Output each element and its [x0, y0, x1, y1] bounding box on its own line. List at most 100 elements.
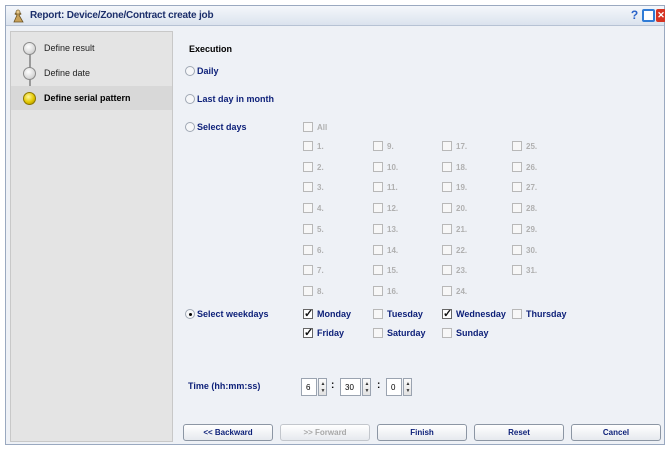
day-checkbox[interactable] [373, 141, 383, 151]
step-define-result[interactable]: Define result [11, 36, 171, 60]
radio-select-days-label: Select days [197, 122, 247, 132]
step-result-icon [23, 42, 36, 55]
weekday-label: Saturday [387, 328, 426, 338]
step-label: Define serial pattern [44, 93, 131, 103]
weekday-label: Sunday [456, 328, 489, 338]
day-label: 26. [526, 163, 538, 172]
seconds-input[interactable]: 0 [386, 378, 402, 396]
day-checkbox[interactable] [303, 182, 313, 192]
day-checkbox[interactable] [303, 224, 313, 234]
execution-title: Execution [189, 44, 233, 54]
minutes-input[interactable]: 30 [340, 378, 361, 396]
day-checkbox[interactable] [512, 203, 522, 213]
arrow-up-icon[interactable]: ▲ [405, 381, 411, 387]
day-checkbox[interactable] [512, 245, 522, 255]
weekday-friday-checkbox[interactable] [303, 326, 313, 339]
maximize-icon[interactable] [642, 9, 655, 22]
title-bar: Report: Device/Zone/Contract create job … [6, 6, 665, 26]
step-define-date[interactable]: Define date [11, 61, 171, 85]
step-label: Define date [44, 68, 91, 78]
arrow-up-icon[interactable]: ▲ [364, 381, 370, 387]
weekday-saturday-checkbox[interactable] [373, 328, 383, 338]
radio-select-weekdays-label: Select weekdays [197, 309, 269, 319]
day-all-checkbox[interactable] [303, 122, 313, 132]
day-all-label: All [317, 123, 328, 132]
day-checkbox[interactable] [512, 224, 522, 234]
day-checkbox[interactable] [442, 162, 452, 172]
day-checkbox[interactable] [512, 265, 522, 275]
finish-button[interactable]: Finish [377, 424, 467, 441]
day-checkbox[interactable] [303, 286, 313, 296]
radio-select-weekdays[interactable] [185, 309, 195, 319]
day-label: 24. [456, 287, 468, 296]
weekday-sunday-checkbox[interactable] [442, 328, 452, 338]
arrow-up-icon[interactable]: ▲ [320, 381, 326, 387]
day-checkbox[interactable] [373, 182, 383, 192]
day-label: 15. [387, 266, 399, 275]
day-checkbox[interactable] [373, 286, 383, 296]
day-label: 12. [387, 204, 399, 213]
radio-select-days[interactable] [185, 122, 195, 132]
day-label: 10. [387, 163, 399, 172]
day-label: 9. [387, 142, 394, 151]
time-separator: : [331, 380, 335, 391]
day-checkbox[interactable] [303, 141, 313, 151]
reset-button[interactable]: Reset [474, 424, 564, 441]
weekday-wednesday-checkbox[interactable] [442, 307, 452, 320]
day-label: 8. [317, 287, 324, 296]
forward-button[interactable]: >> Forward [280, 424, 370, 441]
day-checkbox[interactable] [373, 203, 383, 213]
day-checkbox[interactable] [373, 265, 383, 275]
arrow-down-icon[interactable]: ▼ [320, 388, 326, 394]
help-icon[interactable]: ? [628, 9, 641, 22]
day-label: 5. [317, 225, 324, 234]
day-label: 2. [317, 163, 324, 172]
day-label: 30. [526, 246, 538, 255]
day-label: 6. [317, 246, 324, 255]
day-checkbox[interactable] [373, 162, 383, 172]
day-label: 18. [456, 163, 468, 172]
day-checkbox[interactable] [303, 265, 313, 275]
weekday-thursday-checkbox[interactable] [512, 309, 522, 319]
arrow-down-icon[interactable]: ▼ [405, 388, 411, 394]
close-icon[interactable]: ✕ [656, 9, 665, 22]
day-label: 25. [526, 142, 538, 151]
weekday-label: Friday [317, 328, 345, 338]
main-panel: Execution Daily Last day in month Select… [180, 31, 662, 420]
day-label: 13. [387, 225, 399, 234]
day-label: 27. [526, 183, 538, 192]
day-checkbox[interactable] [303, 162, 313, 172]
seconds-stepper[interactable]: ▲ ▼ [403, 378, 412, 396]
step-define-serial-pattern[interactable]: Define serial pattern [11, 86, 172, 110]
day-checkbox[interactable] [373, 245, 383, 255]
day-label: 1. [317, 142, 324, 151]
day-label: 17. [456, 142, 468, 151]
day-checkbox[interactable] [373, 224, 383, 234]
day-checkbox[interactable] [303, 245, 313, 255]
weekday-label: Thursday [526, 309, 567, 319]
day-checkbox[interactable] [442, 182, 452, 192]
minutes-stepper[interactable]: ▲ ▼ [362, 378, 371, 396]
day-checkbox[interactable] [442, 203, 452, 213]
arrow-down-icon[interactable]: ▼ [364, 388, 370, 394]
day-checkbox[interactable] [512, 162, 522, 172]
day-checkbox[interactable] [442, 141, 452, 151]
day-checkbox[interactable] [442, 265, 452, 275]
radio-last-day[interactable] [185, 94, 195, 104]
day-label: 14. [387, 246, 399, 255]
day-checkbox[interactable] [442, 286, 452, 296]
day-label: 11. [387, 183, 398, 192]
radio-daily[interactable] [185, 66, 195, 76]
weekday-tuesday-checkbox[interactable] [373, 309, 383, 319]
day-checkbox[interactable] [512, 141, 522, 151]
cancel-button[interactable]: Cancel [571, 424, 661, 441]
day-label: 21. [456, 225, 468, 234]
weekday-monday-checkbox[interactable] [303, 307, 313, 320]
backward-button[interactable]: << Backward [183, 424, 273, 441]
day-checkbox[interactable] [512, 182, 522, 192]
day-checkbox[interactable] [442, 245, 452, 255]
hours-stepper[interactable]: ▲ ▼ [318, 378, 327, 396]
day-checkbox[interactable] [442, 224, 452, 234]
hours-input[interactable]: 6 [301, 378, 317, 396]
day-checkbox[interactable] [303, 203, 313, 213]
